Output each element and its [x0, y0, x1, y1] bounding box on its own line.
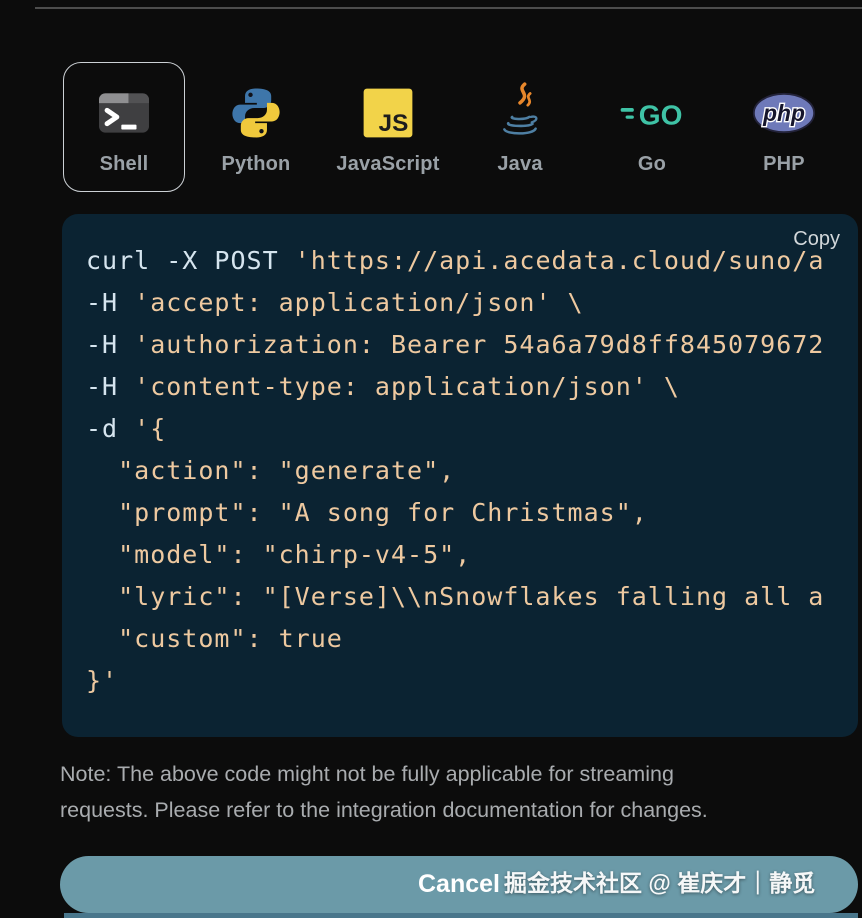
- javascript-icon: JS: [362, 79, 414, 147]
- tab-label: Go: [637, 152, 667, 175]
- svg-text:JS: JS: [379, 109, 409, 136]
- go-icon: GO: [619, 79, 685, 147]
- cancel-button[interactable]: Cancel: [60, 856, 858, 913]
- php-icon: php: [752, 79, 816, 147]
- note-line: requests. Please refer to the integratio…: [60, 798, 708, 822]
- tab-label: Java: [497, 152, 543, 175]
- cancel-button-label: Cancel: [418, 870, 500, 898]
- tab-python[interactable]: Python: [195, 62, 317, 192]
- tab-javascript[interactable]: JS JavaScript: [327, 62, 449, 192]
- secondary-button-edge: [64, 913, 858, 918]
- top-divider: [35, 7, 862, 9]
- code-content: curl -X POST 'https://api.acedata.cloud/…: [86, 246, 825, 695]
- note-text: Note: The above code might not be fully …: [60, 756, 850, 828]
- tab-java[interactable]: Java: [459, 62, 581, 192]
- copy-button[interactable]: Copy: [793, 228, 840, 251]
- tab-go[interactable]: GO Go: [591, 62, 713, 192]
- shell-terminal-icon: [95, 79, 153, 147]
- svg-text:php: php: [762, 100, 805, 126]
- note-line: Note: The above code might not be fully …: [60, 762, 674, 786]
- language-tabs: Shell Python JS JavaScript Java GO Go php PHP: [63, 62, 845, 192]
- tab-label: PHP: [763, 152, 805, 175]
- python-icon: [229, 79, 283, 147]
- tab-php[interactable]: php PHP: [723, 62, 845, 192]
- svg-text:GO: GO: [639, 99, 683, 130]
- java-icon: [495, 79, 545, 147]
- tab-shell[interactable]: Shell: [63, 62, 185, 192]
- code-block: Copy curl -X POST 'https://api.acedata.c…: [62, 214, 858, 737]
- tab-label: JavaScript: [336, 152, 440, 175]
- tab-label: Python: [221, 152, 291, 175]
- tab-label: Shell: [99, 152, 149, 175]
